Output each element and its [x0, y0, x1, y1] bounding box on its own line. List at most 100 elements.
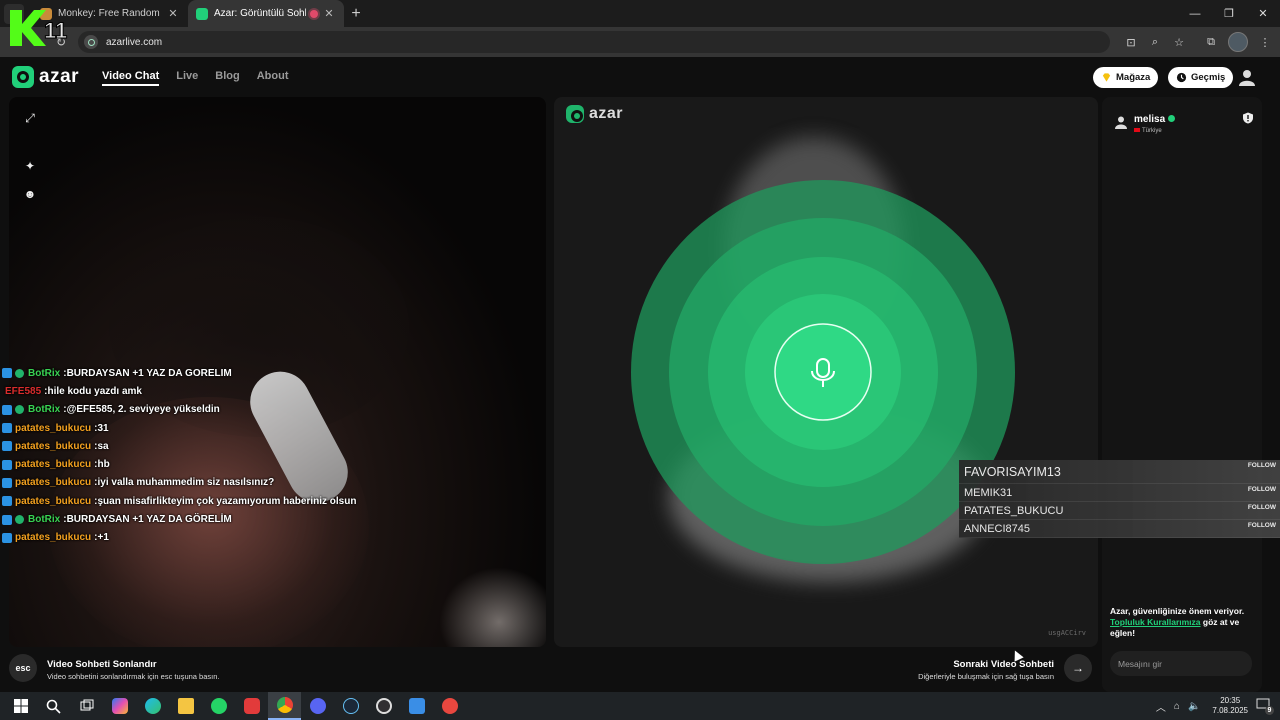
report-shield-icon[interactable] [1242, 112, 1254, 124]
close-window-icon[interactable]: ✕ [1246, 0, 1280, 27]
azar-logo[interactable]: azar [12, 66, 79, 88]
follower-name: ANNECI8745 [964, 522, 1031, 535]
settings-app-icon[interactable] [400, 692, 433, 720]
notification-bell-icon[interactable]: 9 [1256, 697, 1274, 715]
volume-icon[interactable]: 🔈 [1188, 701, 1200, 712]
store-button[interactable]: Mağaza [1093, 67, 1159, 88]
nav-about[interactable]: About [257, 70, 289, 86]
obs-icon[interactable] [367, 692, 400, 720]
address-bar-row: azarlive.com ⊡ ⌕ ☆ ⧉ ⋮ [0, 27, 1280, 57]
steam-icon[interactable] [334, 692, 367, 720]
partner-side-panel: melisa Türkiye Azar, güvenliğinize önem … [1102, 97, 1262, 692]
nav-live[interactable]: Live [176, 70, 198, 86]
esc-end-button[interactable]: esc [9, 654, 37, 682]
chat-username: BotRix [28, 514, 61, 526]
search-icon[interactable] [37, 692, 70, 720]
task-view-icon[interactable] [70, 692, 103, 720]
tab-title: Monkey: Free Random Video C [58, 8, 162, 19]
kick-badge-icon [2, 514, 12, 525]
bot-badge-icon [15, 405, 24, 415]
bookmark-star-icon[interactable]: ☆ [1172, 35, 1186, 49]
nav-blog[interactable]: Blog [215, 70, 239, 86]
safety-notice: Azar, güvenliğinize önem veriyor. Toplul… [1110, 606, 1258, 639]
restore-icon[interactable]: ❐ [1212, 0, 1246, 27]
history-button[interactable]: Geçmiş [1168, 67, 1234, 88]
follow-alert: MEMIK31 FOLLOW [959, 484, 1280, 502]
expand-icon[interactable]: ⤢ [23, 111, 37, 125]
new-tab-button[interactable]: + [344, 5, 368, 23]
discord-icon[interactable] [301, 692, 334, 720]
chat-text: hb [97, 459, 110, 471]
community-rules-link[interactable]: Topluluk Kurallarımıza [1110, 617, 1201, 627]
browser-profile-avatar[interactable] [1228, 32, 1248, 52]
whatsapp-icon[interactable] [202, 692, 235, 720]
clock[interactable]: 20:35 7.08.2025 [1212, 696, 1248, 716]
tray-chevron-icon[interactable]: ︿ [1156, 699, 1166, 714]
local-video-tools: ⤢ ✦ ☻ [23, 111, 37, 202]
edge-icon[interactable] [136, 692, 169, 720]
clock-date: 7.08.2025 [1212, 706, 1248, 715]
history-label: Geçmiş [1191, 72, 1226, 83]
follow-alert: ANNECI8745 FOLLOW [959, 520, 1280, 538]
next-chat-subtitle: Diğerleriyle buluşmak için sağ tuşa bası… [918, 672, 1054, 681]
tab-close-icon[interactable]: ✕ [322, 7, 336, 20]
start-windows-icon[interactable] [4, 692, 37, 720]
clock-time: 20:35 [1220, 696, 1241, 705]
azar-favicon-icon [196, 7, 208, 20]
site-info-icon[interactable] [84, 35, 98, 49]
sparkle-effects-icon[interactable]: ✦ [23, 159, 37, 173]
chat-text: BURDAYSAN +1 YAZ DA GÖRELİM [66, 514, 232, 526]
kick-badge-icon [2, 532, 12, 543]
follow-alert: PATATES_BUKUCU FOLLOW [959, 502, 1280, 520]
user-profile-icon[interactable] [1238, 68, 1256, 86]
next-chat-title: Sonraki Video Sohbeti [953, 659, 1054, 670]
chat-message: BotRix: BURDAYSAN +1 YAZ DA GÖRELİM [2, 510, 522, 528]
chat-message: patates_bukucu: iyi valla muhammedim siz… [2, 474, 522, 492]
chat-message: patates_bukucu: sa [2, 437, 522, 455]
chat-username: patates_bukucu [15, 459, 92, 471]
chat-message: EFE585: hile kodu yazdı amk [2, 382, 522, 400]
bot-badge-icon [15, 368, 24, 378]
browser-menu-icon[interactable]: ⋮ [1258, 35, 1272, 49]
tab-close-icon[interactable]: ✕ [166, 7, 180, 20]
end-chat-subtitle: Video sohbetini sonlandırmak için esc tu… [47, 672, 220, 681]
next-chat-arrow-button[interactable]: → [1064, 654, 1092, 682]
follower-name: FAVORISAYIM13 [964, 464, 1061, 479]
face-mask-icon[interactable]: ☻ [23, 187, 37, 201]
kick-badge-icon [2, 477, 12, 488]
chat-username: patates_bukucu [15, 440, 92, 452]
browser-tabstrip: ⌄ Monkey: Free Random Video C ✕ Azar: Gö… [0, 0, 1280, 27]
system-tray: ︿ ⌂ 🔈 20:35 7.08.2025 9 [1152, 692, 1280, 720]
kick-badge-icon [2, 459, 12, 470]
extensions-puzzle-icon[interactable]: ⧉ [1204, 35, 1218, 49]
chat-username: patates_bukucu [15, 422, 92, 434]
azar-logo-text: azar [39, 66, 80, 87]
tab-azar[interactable]: Azar: Görüntülü Sohbet, Ar ✕ [188, 0, 344, 27]
mic-circle-button[interactable] [774, 323, 872, 421]
message-input[interactable]: Mesajını gir [1110, 651, 1252, 676]
nav-video-chat[interactable]: Video Chat [102, 70, 160, 86]
windows-taskbar: ︿ ⌂ 🔈 20:35 7.08.2025 9 [0, 692, 1280, 720]
anydesk-icon[interactable] [433, 692, 466, 720]
bottom-controls: esc Video Sohbeti Sonlandır Video sohbet… [0, 647, 1100, 692]
safety-text-1: Azar, güvenliğinize önem veriyor. [1110, 606, 1245, 616]
install-app-icon[interactable]: ⊡ [1124, 35, 1138, 49]
chat-text: sa [97, 440, 109, 452]
omnibox[interactable]: azarlive.com [78, 31, 1110, 53]
minimize-icon[interactable]: — [1178, 0, 1212, 27]
kick-badge-icon [2, 441, 12, 452]
stream-chat-overlay: BotRix: BURDAYSAN +1 YAZ DA GORELIM EFE58… [2, 364, 522, 547]
verified-icon [1168, 115, 1176, 122]
follow-alerts-overlay: FAVORISAYIM13 FOLLOW MEMIK31 FOLLOW PATATES_… [959, 460, 1280, 538]
file-explorer-icon[interactable] [169, 692, 202, 720]
network-icon[interactable]: ⌂ [1174, 701, 1180, 712]
kick-badge-icon [2, 423, 12, 434]
azar-logo-icon [12, 66, 34, 88]
chrome-icon[interactable] [268, 692, 301, 720]
chat-text: @EFE585, 2. seviyeye yükseldin [66, 404, 220, 416]
bot-badge-icon [15, 515, 24, 525]
copilot-icon[interactable] [103, 692, 136, 720]
chat-message: patates_bukucu: 31 [2, 419, 522, 437]
zoom-icon[interactable]: ⌕ [1148, 35, 1162, 49]
wps-office-icon[interactable] [235, 692, 268, 720]
